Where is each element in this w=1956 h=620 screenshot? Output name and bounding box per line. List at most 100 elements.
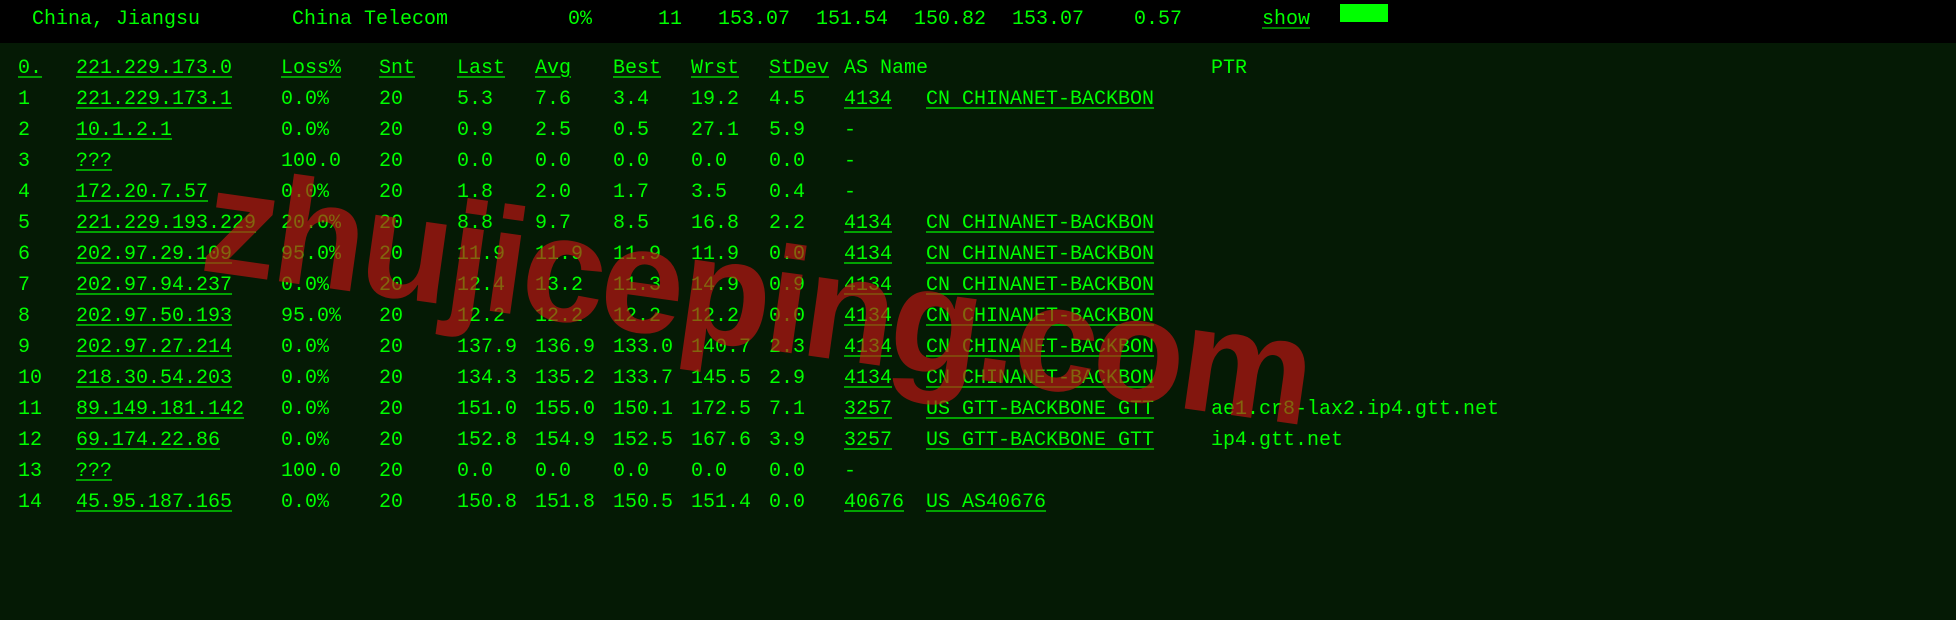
hop-stdev: 4.5: [769, 84, 844, 115]
header-best: Best: [613, 53, 691, 84]
hop-name[interactable]: US GTT-BACKBONE GTT: [926, 425, 1211, 456]
hop-stdev: 7.1: [769, 394, 844, 425]
hop-ip[interactable]: ???: [76, 456, 281, 487]
show-toggle[interactable]: show: [1202, 4, 1310, 35]
header-snt: Snt: [379, 53, 457, 84]
hop-ip[interactable]: 89.149.181.142: [76, 394, 281, 425]
hop-ip[interactable]: 218.30.54.203: [76, 363, 281, 394]
hop-stdev: 5.9: [769, 115, 844, 146]
hop-loss: 0.0%: [281, 115, 379, 146]
hop-loss: 100.0: [281, 146, 379, 177]
hop-loss: 0.0%: [281, 84, 379, 115]
hop-ip[interactable]: 202.97.29.109: [76, 239, 281, 270]
hop-ip[interactable]: ???: [76, 146, 281, 177]
hop-snt: 20: [379, 208, 457, 239]
hop-wrst: 14.9: [691, 270, 769, 301]
header-idx: 0.: [18, 53, 76, 84]
hop-ip[interactable]: 202.97.94.237: [76, 270, 281, 301]
hop-ip[interactable]: 221.229.173.1: [76, 84, 281, 115]
summary-stdev: 0.57: [1104, 4, 1202, 35]
hop-wrst: 0.0: [691, 456, 769, 487]
traceroute-output: 0. 221.229.173.0 Loss% Snt Last Avg Best…: [0, 43, 1956, 518]
hop-loss: 0.0%: [281, 394, 379, 425]
header-wrst: Wrst: [691, 53, 769, 84]
hop-idx: 11: [18, 394, 76, 425]
hop-row: 3???100.0200.00.00.00.00.0-: [18, 146, 1938, 177]
hop-as: -: [844, 115, 926, 146]
progress-block-icon: [1340, 4, 1388, 22]
hop-best: 3.4: [613, 84, 691, 115]
hop-as[interactable]: 4134: [844, 301, 926, 332]
header-as-name: AS Name: [844, 53, 1211, 84]
hop-as[interactable]: 4134: [844, 270, 926, 301]
hop-last: 150.8: [457, 487, 535, 518]
hop-as[interactable]: 3257: [844, 425, 926, 456]
hop-last: 12.4: [457, 270, 535, 301]
hop-as[interactable]: 3257: [844, 394, 926, 425]
hop-stdev: 2.9: [769, 363, 844, 394]
hop-avg: 151.8: [535, 487, 613, 518]
hop-last: 0.0: [457, 146, 535, 177]
hop-best: 12.2: [613, 301, 691, 332]
summary-last: 153.07: [712, 4, 810, 35]
hop-as[interactable]: 4134: [844, 84, 926, 115]
hop-avg: 12.2: [535, 301, 613, 332]
hop-name[interactable]: CN CHINANET-BACKBON: [926, 270, 1211, 301]
hop-wrst: 11.9: [691, 239, 769, 270]
hop-ip[interactable]: 10.1.2.1: [76, 115, 281, 146]
header-stdev: StDev: [769, 53, 844, 84]
hop-idx: 7: [18, 270, 76, 301]
hop-as[interactable]: 4134: [844, 208, 926, 239]
header-ip: 221.229.173.0: [76, 53, 281, 84]
hop-ptr: [1211, 487, 1938, 518]
hop-name[interactable]: CN CHINANET-BACKBON: [926, 363, 1211, 394]
hop-loss: 0.0%: [281, 487, 379, 518]
hop-row: 8202.97.50.19395.0%2012.212.212.212.20.0…: [18, 301, 1938, 332]
hop-loss: 95.0%: [281, 301, 379, 332]
hop-last: 1.8: [457, 177, 535, 208]
hop-ip[interactable]: 221.229.193.229: [76, 208, 281, 239]
hop-ip[interactable]: 69.174.22.86: [76, 425, 281, 456]
hop-wrst: 172.5: [691, 394, 769, 425]
hop-as[interactable]: 4134: [844, 239, 926, 270]
hop-row: 9202.97.27.2140.0%20137.9136.9133.0140.7…: [18, 332, 1938, 363]
hop-as: -: [844, 146, 926, 177]
hop-wrst: 12.2: [691, 301, 769, 332]
hop-row: 7202.97.94.2370.0%2012.413.211.314.90.94…: [18, 270, 1938, 301]
hop-idx: 5: [18, 208, 76, 239]
hop-as[interactable]: 4134: [844, 332, 926, 363]
hop-name[interactable]: CN CHINANET-BACKBON: [926, 301, 1211, 332]
header-last: Last: [457, 53, 535, 84]
hop-stdev: 0.0: [769, 487, 844, 518]
hop-ip[interactable]: 45.95.187.165: [76, 487, 281, 518]
hop-name[interactable]: CN CHINANET-BACKBON: [926, 239, 1211, 270]
hop-last: 134.3: [457, 363, 535, 394]
hop-ptr: [1211, 301, 1938, 332]
hop-stdev: 2.3: [769, 332, 844, 363]
hop-as[interactable]: 40676: [844, 487, 926, 518]
hop-name[interactable]: CN CHINANET-BACKBON: [926, 332, 1211, 363]
hop-last: 152.8: [457, 425, 535, 456]
hop-as[interactable]: 4134: [844, 363, 926, 394]
hop-as: -: [844, 456, 926, 487]
hop-avg: 0.0: [535, 146, 613, 177]
hop-snt: 20: [379, 146, 457, 177]
hop-best: 0.0: [613, 456, 691, 487]
hop-ptr: [1211, 456, 1938, 487]
hop-ip[interactable]: 202.97.27.214: [76, 332, 281, 363]
hop-last: 0.0: [457, 456, 535, 487]
hop-name: [926, 146, 1211, 177]
hop-name[interactable]: CN CHINANET-BACKBON: [926, 208, 1211, 239]
hop-name[interactable]: CN CHINANET-BACKBON: [926, 84, 1211, 115]
hop-row: 1445.95.187.1650.0%20150.8151.8150.5151.…: [18, 487, 1938, 518]
hop-avg: 2.5: [535, 115, 613, 146]
hop-name[interactable]: US AS40676: [926, 487, 1211, 518]
hop-snt: 20: [379, 239, 457, 270]
summary-best: 150.82: [908, 4, 1006, 35]
hop-ip[interactable]: 202.97.50.193: [76, 301, 281, 332]
hop-last: 5.3: [457, 84, 535, 115]
hop-snt: 20: [379, 456, 457, 487]
hop-ip[interactable]: 172.20.7.57: [76, 177, 281, 208]
hop-name[interactable]: US GTT-BACKBONE GTT: [926, 394, 1211, 425]
hop-best: 150.1: [613, 394, 691, 425]
